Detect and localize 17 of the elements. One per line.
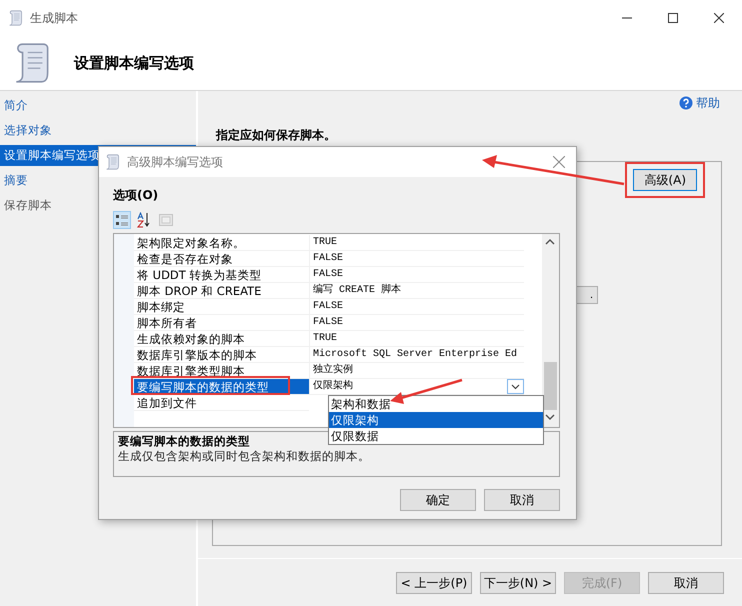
- property-value: 仅限架构: [313, 378, 353, 394]
- property-value: FALSE: [313, 300, 344, 314]
- window-title: 生成脚本: [30, 10, 79, 26]
- description-title: 要编写脚本的数据的类型: [118, 434, 250, 449]
- dialog-title: 高级脚本编写选项: [127, 154, 224, 170]
- property-value: FALSE: [313, 252, 344, 266]
- property-value: 编写 CREATE 脚本: [313, 282, 402, 298]
- property-value: TRUE: [313, 332, 338, 346]
- property-value: TRUE: [313, 236, 338, 250]
- options-label: 选项(O): [113, 187, 160, 203]
- instruction-text: 指定应如何保存脚本。: [214, 127, 337, 144]
- property-value: 独立实例: [313, 362, 353, 378]
- property-value: Microsoft SQL Server Enterprise Ed: [313, 348, 518, 362]
- page-title: 设置脚本编写选项: [74, 54, 194, 72]
- property-value: FALSE: [313, 268, 344, 282]
- description-text: 生成仅包含架构或同时包含架构和数据的脚本。: [118, 449, 371, 464]
- property-value: FALSE: [313, 316, 344, 330]
